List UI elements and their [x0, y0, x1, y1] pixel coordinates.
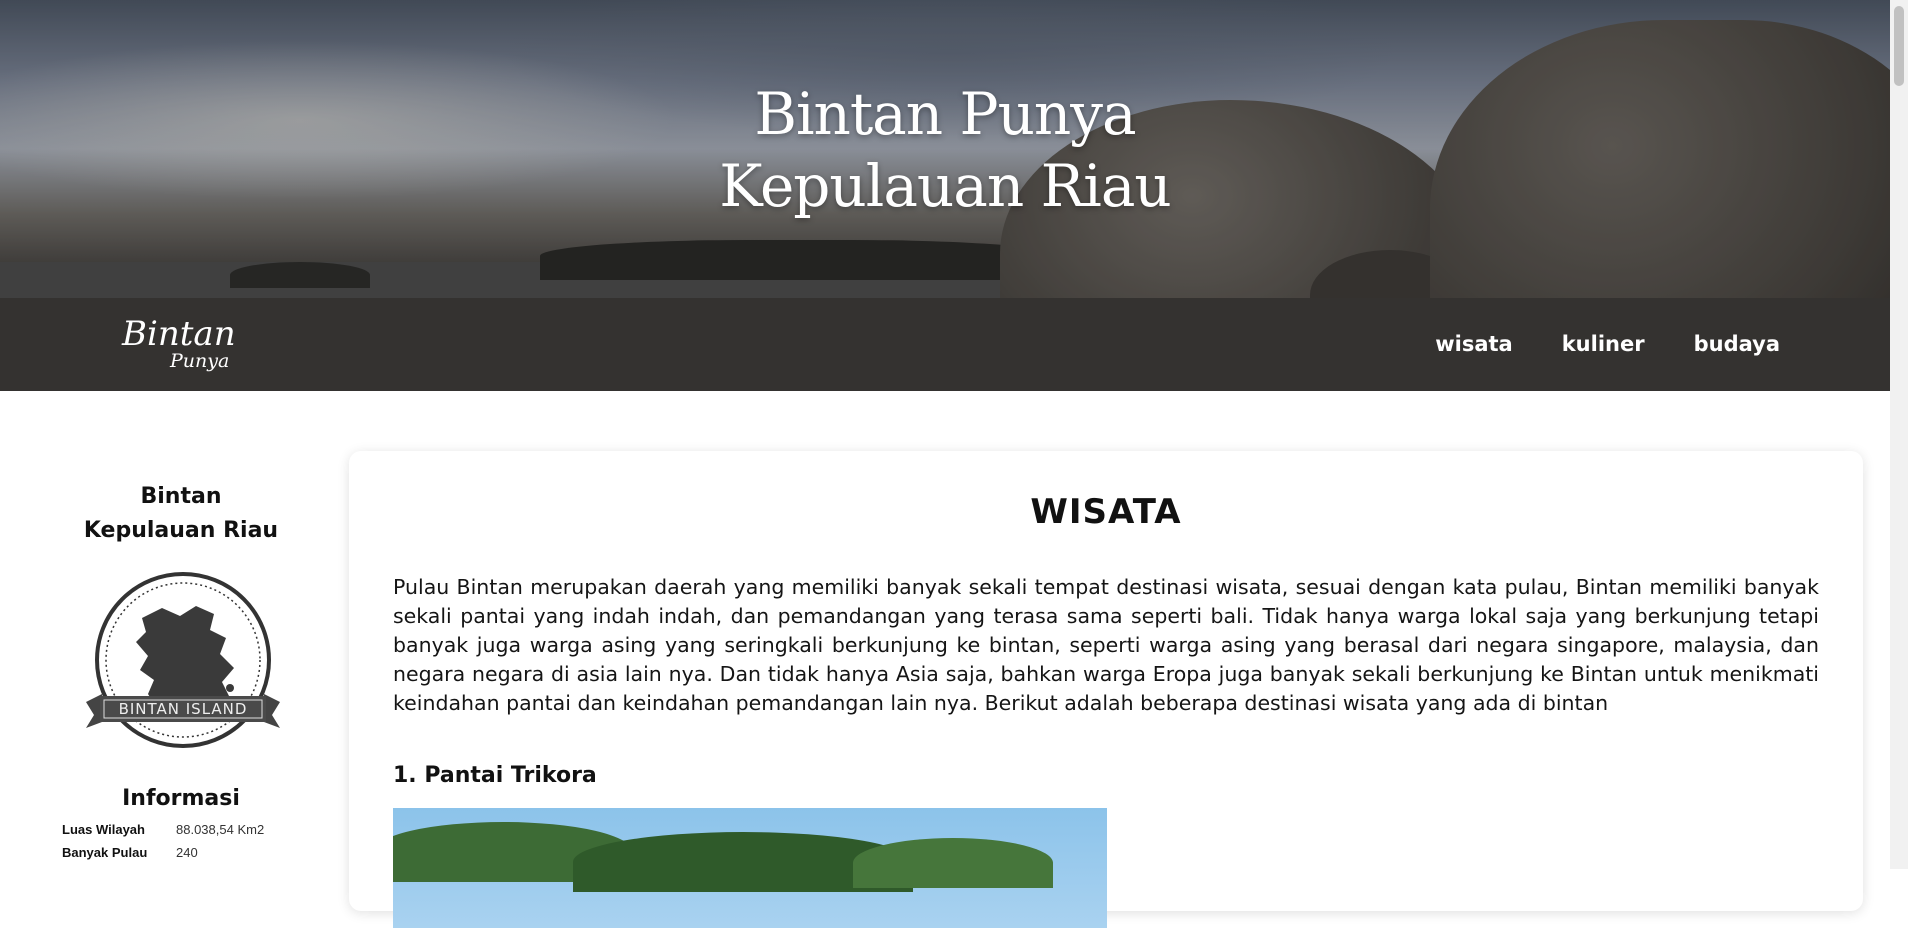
content-card: WISATA Pulau Bintan merupakan daerah yan… — [349, 451, 1863, 928]
section-heading: WISATA — [1030, 492, 1182, 532]
sidebar: Bintan Kepulauan Riau BINTAN ISLAND Info… — [40, 480, 322, 860]
nav-link-budaya[interactable]: budaya — [1694, 329, 1780, 359]
info-row: Luas Wilayah 88.038,54 Km2 — [62, 818, 264, 841]
info-title: Informasi — [122, 786, 240, 811]
site-logo[interactable]: Bintan Punya — [120, 316, 240, 376]
info-key: Luas Wilayah — [62, 822, 145, 837]
logo-text-sub: Punya — [170, 350, 230, 372]
badge-label: BINTAN ISLAND — [119, 700, 248, 718]
page-scrollbar[interactable] — [1890, 0, 1908, 869]
nav-link-wisata[interactable]: wisata — [1435, 329, 1512, 359]
navbar: Bintan Punya wisata kuliner budaya — [0, 298, 1890, 391]
info-key: Banyak Pulau — [62, 845, 148, 860]
pantai-trikora-photo — [393, 808, 1107, 928]
hero-title-line1: Bintan Punya — [754, 80, 1136, 148]
info-value: 240 — [176, 845, 198, 860]
intro-paragraph: Pulau Bintan merupakan daerah yang memil… — [393, 575, 1819, 715]
hero-title: Bintan Punya Kepulauan Riau — [0, 78, 1890, 222]
logo-text-main: Bintan — [122, 314, 236, 354]
sidebar-title-line1: Bintan — [140, 484, 222, 509]
photo-foliage — [853, 838, 1053, 888]
info-row: Banyak Pulau 240 — [62, 841, 264, 864]
bintan-island-badge-image: BINTAN ISLAND — [86, 572, 280, 748]
nav-link-kuliner[interactable]: kuliner — [1562, 329, 1645, 359]
nav-menu: wisata kuliner budaya — [1435, 329, 1780, 359]
info-value: 88.038,54 Km2 — [176, 822, 265, 837]
scrollbar-thumb[interactable] — [1894, 6, 1904, 86]
hero-title-line2: Kepulauan Riau — [719, 152, 1172, 220]
sidebar-title: Bintan Kepulauan Riau — [40, 480, 322, 548]
destination-heading: 1. Pantai Trikora — [393, 763, 597, 788]
hero-banner: Bintan Punya Kepulauan Riau — [0, 0, 1890, 298]
info-table: Luas Wilayah 88.038,54 Km2 Banyak Pulau … — [62, 818, 264, 864]
sidebar-title-line2: Kepulauan Riau — [83, 518, 279, 543]
